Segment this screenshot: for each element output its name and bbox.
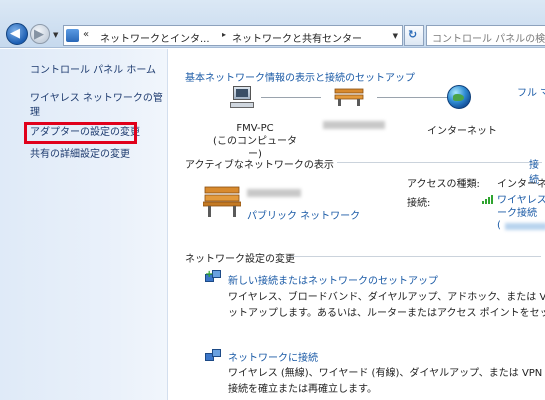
- connection-label: 接続:: [407, 198, 431, 209]
- connect-to-network-desc: ワイヤレス (無線)、ワイヤード (有線)、ダイヤルアップ、または VPN ネ …: [228, 366, 545, 398]
- sidebar-item-advanced-sharing[interactable]: 共有の詳細設定の変更: [30, 148, 130, 162]
- page-title: 基本ネットワーク情報の表示と接続のセットアップ: [185, 73, 415, 84]
- desc-line: ワイヤレス (無線)、ワイヤード (有線)、ダイヤルアップ、または VPN ネ: [228, 368, 545, 379]
- internet-label: インターネット: [427, 126, 497, 137]
- connection-link-line1[interactable]: ワイヤレス: [497, 194, 545, 207]
- network-type-link[interactable]: パブリック ネットワーク: [247, 207, 360, 222]
- internet-globe-icon: [447, 85, 471, 109]
- desc-line: ットアップします。あるいは、ルーターまたはアクセス ポイントをセット: [228, 308, 545, 319]
- new-connection-icon: +: [205, 270, 221, 286]
- map-connector: [261, 97, 321, 98]
- refresh-icon: ↻: [408, 28, 418, 41]
- computer-name: FMV-PC: [236, 123, 274, 134]
- access-type-value: インターネ: [497, 179, 545, 190]
- breadcrumb-separator[interactable]: ▸: [222, 30, 226, 39]
- forward-button[interactable]: ▶: [30, 24, 50, 44]
- connection-paren: (: [497, 220, 501, 231]
- recent-pages-dropdown-icon[interactable]: ▼: [53, 31, 58, 39]
- back-button[interactable]: ◀: [6, 23, 28, 45]
- access-type-label: アクセスの種類:: [407, 179, 480, 190]
- full-map-link[interactable]: フル マ: [517, 84, 545, 99]
- desc-line: ワイヤレス、ブロードバンド、ダイヤルアップ、アドホック、または VPN: [228, 292, 545, 303]
- ssid-redacted: [505, 223, 545, 230]
- connect-to-network-link[interactable]: ネットワークに接続: [228, 349, 318, 364]
- search-input[interactable]: コントロール パネルの検索: [426, 25, 545, 46]
- sidebar-item-manage-wireless[interactable]: ワイヤレス ネットワークの管理: [30, 92, 165, 120]
- desc-line: 接続を確立または再確立します。: [228, 384, 377, 395]
- address-dropdown-icon[interactable]: ▼: [393, 32, 398, 40]
- sidebar-item-control-panel-home[interactable]: コントロール パネル ホーム: [30, 64, 156, 78]
- change-settings-title: ネットワーク設定の変更: [185, 254, 295, 265]
- wireless-signal-icon: [482, 195, 493, 204]
- section-divider: [337, 162, 542, 163]
- main-content: 基本ネットワーク情報の表示と接続のセットアップ フル マ FMV-PC (このコ…: [169, 49, 545, 400]
- connection-link[interactable]: ワイヤレス ーク接続: [497, 194, 545, 220]
- active-network-name-redacted: [247, 189, 301, 197]
- active-networks-title: アクティブなネットワークの表示: [185, 160, 334, 171]
- section-divider: [291, 256, 541, 257]
- breadcrumb-overflow[interactable]: «: [83, 29, 89, 40]
- bench-icon: [334, 88, 364, 106]
- breadcrumb-network-sharing-center[interactable]: ネットワークと共有センター: [232, 30, 362, 45]
- back-arrow-icon: ◀: [10, 26, 20, 41]
- setup-new-connection-desc: ワイヤレス、ブロードバンド、ダイヤルアップ、アドホック、または VPN ットアッ…: [228, 290, 545, 322]
- forward-arrow-icon: ▶: [34, 27, 44, 42]
- connect-network-icon: [205, 349, 221, 365]
- navigation-bar: ◀ ▶ ▼ « ネットワークとインタ... ▸ ネットワークと共有センター ▼ …: [0, 0, 545, 48]
- sidebar: コントロール パネル ホーム ワイヤレス ネットワークの管理 アダプターの設定の…: [0, 49, 168, 400]
- public-network-bench-icon[interactable]: [203, 184, 241, 218]
- connection-link-line2[interactable]: ーク接続: [497, 207, 545, 220]
- map-connector: [377, 97, 449, 98]
- highlight-box: [24, 122, 137, 144]
- breadcrumb-network-internet[interactable]: ネットワークとインタ...: [100, 30, 210, 45]
- network-name-redacted: [323, 121, 385, 129]
- control-panel-icon: [66, 29, 79, 42]
- setup-new-connection-link[interactable]: 新しい接続またはネットワークのセットアップ: [228, 272, 438, 287]
- search-placeholder: コントロール パネルの検索: [432, 34, 545, 45]
- address-box[interactable]: « ネットワークとインタ... ▸ ネットワークと共有センター ▼: [63, 25, 403, 46]
- computer-icon: [229, 86, 255, 110]
- refresh-button[interactable]: ↻: [404, 25, 424, 46]
